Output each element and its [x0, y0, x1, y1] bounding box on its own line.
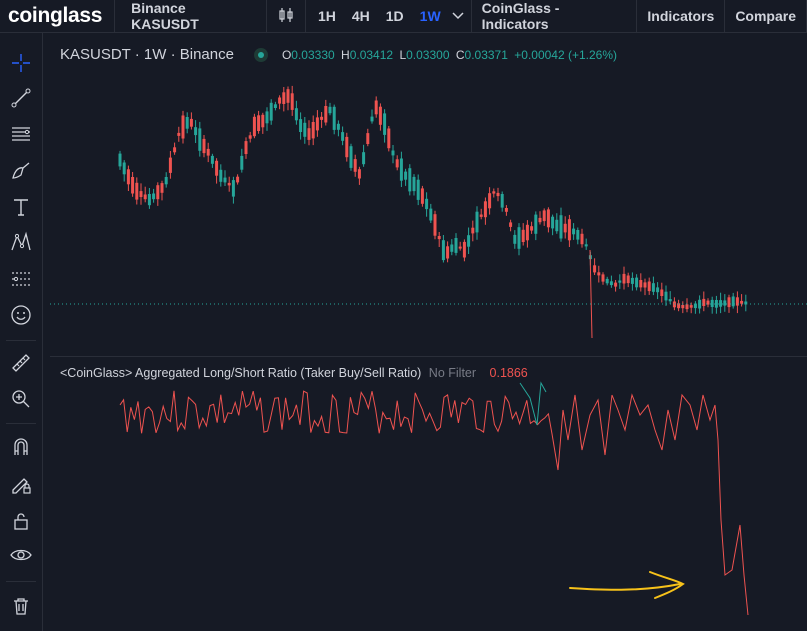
market-status-icon	[253, 47, 268, 62]
price-legend: KASUSDT · 1W · Binance O0.03330 H0.03412…	[60, 46, 617, 63]
high-value: 0.03412	[349, 47, 394, 62]
indicator-title[interactable]: <CoinGlass> Aggregated Long/Short Ratio …	[60, 366, 421, 380]
close-value: 0.03371	[464, 47, 508, 62]
ohlc-values: O0.03330 H0.03412 L0.03300 C0.03371 +0.0…	[281, 47, 618, 62]
change-value: +0.00042 (+1.26%)	[514, 47, 618, 62]
indicator-value: 0.1866	[489, 366, 528, 380]
open-value: 0.03330	[291, 47, 335, 62]
low-value: 0.03300	[406, 47, 450, 62]
ratio-line	[119, 381, 749, 616]
indicator-legend: <CoinGlass> Aggregated Long/Short Ratio …	[60, 366, 528, 380]
symbol-title[interactable]: KASUSDT · 1W · Binance	[60, 46, 234, 63]
ratio-series-up	[519, 381, 547, 426]
ratio-series	[119, 390, 749, 616]
annotation-arrow[interactable]	[569, 571, 685, 599]
indicator-filter: No Filter	[428, 366, 477, 380]
